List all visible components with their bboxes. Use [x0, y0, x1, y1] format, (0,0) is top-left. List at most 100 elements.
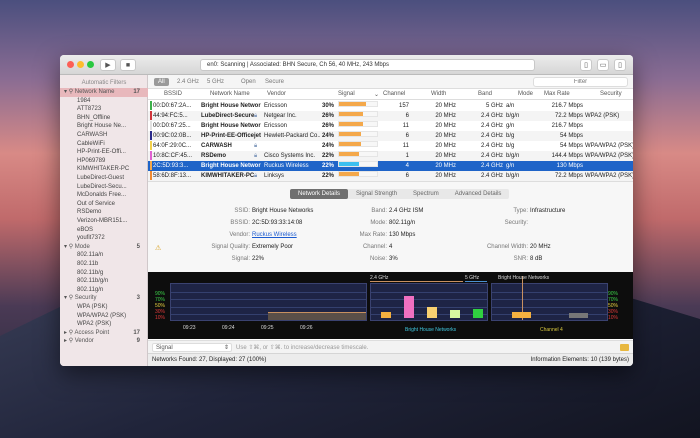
cell-vendor: Cisco Systems Inc. — [264, 153, 316, 159]
filter-search-input[interactable] — [533, 77, 628, 87]
column-header[interactable]: Channel — [383, 91, 405, 97]
sidebar-group[interactable]: ▾ ⚲ Network Name 17 — [60, 88, 148, 97]
time-tick: 09:23 — [183, 325, 196, 331]
sidebar-item[interactable]: 802.11b — [60, 260, 148, 269]
close-button[interactable] — [67, 61, 74, 68]
filter-3[interactable]: Open — [241, 78, 256, 86]
channel-label: Channel: — [362, 244, 387, 250]
disclosure-down-icon[interactable]: ▾ — [64, 89, 67, 95]
filter-2[interactable]: 5 GHz — [207, 78, 224, 86]
cell-signal: 22% — [322, 163, 335, 169]
color-legend-icon[interactable] — [620, 344, 629, 351]
quality-value: Extremely Poor — [252, 244, 294, 250]
sidebar-item[interactable]: LubeDirect-Secu... — [60, 183, 148, 192]
cell-width: 20 MHz — [435, 123, 456, 129]
sidebar-item[interactable]: KIMWHITAKER-PC — [60, 165, 148, 174]
sidebar-item[interactable]: HP-Print-EE-Offi... — [60, 148, 148, 157]
sidebar-item[interactable]: Verizon-MBR151... — [60, 217, 148, 226]
table-row[interactable]: 44:94:FC:5... LubeDirect-Secure 🔒︎ Netge… — [148, 111, 633, 121]
table-row[interactable]: 00:D0:67:2A... Bright House Networks Eri… — [148, 101, 633, 111]
sidebar-item[interactable]: WPA2 (PSK) — [60, 320, 148, 329]
disclosure-right-icon[interactable]: ▸ — [64, 330, 67, 336]
table-row[interactable]: 2C:5D:93:3... Bright House Networks Ruck… — [148, 161, 633, 171]
table-row[interactable]: 64:0F:29:0C... CARWASH 🔒︎ 24% 11 20 MHz … — [148, 141, 633, 151]
network-color-indicator — [150, 151, 152, 160]
sidebar-group[interactable]: ▾ ⚲ Mode 5 — [60, 243, 148, 252]
toggle-bottom-pane-icon[interactable]: ▭ — [597, 59, 609, 71]
disclosure-down-icon[interactable]: ▾ — [64, 244, 67, 250]
tab-network-details[interactable]: Network Details — [290, 189, 349, 199]
disclosure-down-icon[interactable]: ▾ — [64, 295, 67, 301]
column-header[interactable]: Security — [600, 91, 622, 97]
cell-network-name: KIMWHITAKER-PC — [201, 173, 255, 179]
column-header[interactable]: Band — [478, 91, 492, 97]
sidebar-item[interactable]: youfit7372 — [60, 234, 148, 243]
sidebar-item[interactable]: HP069789 — [60, 157, 148, 166]
sidebar-item[interactable]: ATT8723 — [60, 105, 148, 114]
spectrum-bar — [473, 309, 483, 318]
group-label: Vendor — [74, 338, 94, 345]
sidebar-item[interactable]: 802.11b/g — [60, 269, 148, 278]
sidebar-item[interactable]: BHN_Offline — [60, 114, 148, 123]
sidebar-item[interactable]: Out of Service — [60, 200, 148, 209]
cell-mode: b/g — [506, 143, 515, 149]
column-header[interactable]: Vendor — [267, 91, 286, 97]
table-row[interactable]: 10:8C:CF:45... RSDemo 🔒︎ Cisco Systems I… — [148, 151, 633, 161]
sidebar-item[interactable]: 802.11g/n — [60, 286, 148, 295]
signal-bar — [338, 111, 378, 117]
sidebar-item[interactable]: 1984 — [60, 97, 148, 106]
column-header[interactable]: Max Rate — [544, 91, 570, 97]
lock-icon: 🔒︎ — [254, 173, 258, 179]
cell-signal: 30% — [322, 103, 335, 109]
column-header[interactable]: Mode — [518, 91, 533, 97]
snr-value: 8 dB — [530, 256, 543, 262]
column-header[interactable]: Signal — [338, 91, 355, 97]
sidebar-item[interactable]: 802.11a/n — [60, 251, 148, 260]
table-row[interactable]: 00:D0:67:25... Bright House Networks Eri… — [148, 121, 633, 131]
sidebar-item[interactable]: CARWASH — [60, 131, 148, 140]
cell-signal: 26% — [322, 123, 335, 129]
column-header[interactable]: Width — [431, 91, 446, 97]
zoom-button[interactable] — [87, 61, 94, 68]
tab-advanced-details[interactable]: Advanced Details — [447, 189, 510, 199]
sidebar-group[interactable]: ▸ ⚲ Vendor 9 — [60, 337, 148, 346]
stop-button[interactable]: ■ — [120, 59, 136, 71]
filter-1[interactable]: 2.4 GHz — [177, 78, 199, 86]
toggle-right-pane-icon[interactable]: ▯ — [614, 59, 626, 71]
tab-signal-strength[interactable]: Signal Strength — [348, 189, 405, 199]
cell-signal: 24% — [322, 143, 335, 149]
table-row[interactable]: 00:9C:02:0B... HP-Print-EE-Officejet 6..… — [148, 131, 633, 141]
sidebar-item[interactable]: WPA/WPA2 (PSK) — [60, 312, 148, 321]
sidebar-item[interactable]: 802.11b/g/n — [60, 277, 148, 286]
ssid-value: Bright House Networks — [252, 208, 314, 214]
cell-vendor: Hewlett-Packard Co... — [264, 133, 320, 139]
sidebar-group[interactable]: ▾ ⚲ Security 3 — [60, 294, 148, 303]
toggle-sidebar-icon[interactable]: ▯ — [580, 59, 592, 71]
graph-type-select[interactable]: Signal ⇕ — [152, 343, 232, 352]
cell-bssid: 00:D0:67:2A... — [153, 103, 192, 109]
tab-spectrum[interactable]: Spectrum — [405, 189, 447, 199]
filter-4[interactable]: Secure — [265, 78, 284, 86]
filter-0[interactable]: All — [154, 78, 169, 86]
sidebar-item[interactable]: McDonalds Free... — [60, 191, 148, 200]
sidebar-item[interactable]: CableWiFi — [60, 140, 148, 149]
sidebar-item[interactable]: Bright House Ne... — [60, 122, 148, 131]
minimize-button[interactable] — [77, 61, 84, 68]
sidebar-item[interactable]: RSDemo — [60, 208, 148, 217]
column-header[interactable]: Network Name — [210, 91, 250, 97]
cell-width: 20 MHz — [435, 163, 456, 169]
sidebar-item[interactable]: WPA (PSK) — [60, 303, 148, 312]
vendor-value[interactable]: Ruckus Wireless — [252, 232, 297, 238]
play-button[interactable]: ▶ — [100, 59, 116, 71]
cell-mode: g/n — [506, 123, 515, 129]
disclosure-right-icon[interactable]: ▸ — [64, 338, 67, 344]
sidebar-item[interactable]: eBOS — [60, 226, 148, 235]
column-header[interactable]: BSSID — [164, 91, 182, 97]
sidebar: Automatic Filters ▾ ⚲ Network Name 17 1984… — [60, 75, 148, 366]
cell-network-name: Bright House Networks — [201, 163, 261, 169]
network-color-indicator — [150, 161, 152, 170]
sidebar-group[interactable]: ▸ ⚲ Access Point 17 — [60, 329, 148, 338]
cell-band: 2.4 GHz — [480, 133, 503, 139]
table-row[interactable]: 58:6D:8F:13... KIMWHITAKER-PC 🔒︎ Linksys… — [148, 171, 633, 181]
sidebar-item[interactable]: LubeDirect-Guest — [60, 174, 148, 183]
